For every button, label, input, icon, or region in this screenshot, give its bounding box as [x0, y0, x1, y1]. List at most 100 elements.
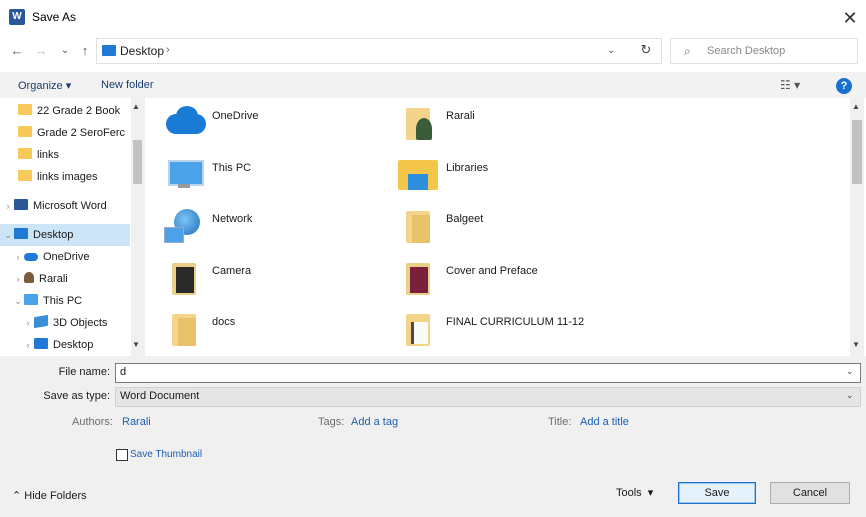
breadcrumb-desktop[interactable]: Desktop: [120, 44, 164, 58]
scroll-down-icon[interactable]: ▼: [132, 340, 140, 349]
title-field[interactable]: Add a title: [580, 416, 629, 428]
search-icon: ⌕: [684, 44, 691, 58]
cloud-icon: [24, 253, 38, 261]
change-view-button[interactable]: ☷ ▾: [780, 78, 800, 92]
sidebar-scrollbar-thumb[interactable]: [133, 140, 142, 184]
caret-down-icon: ▾: [641, 487, 654, 499]
sidebar-item-desktop[interactable]: ⌄ Desktop: [2, 224, 73, 246]
file-item-label: This PC: [212, 162, 252, 174]
sidebar-item-grade-2-seroferc[interactable]: Grade 2 SeroFerc: [18, 122, 125, 144]
search-placeholder: Search Desktop: [707, 45, 786, 57]
tags-field[interactable]: Add a tag: [351, 416, 398, 428]
sidebar-item-rarali[interactable]: › Rarali: [12, 268, 68, 290]
chevron-right-icon[interactable]: ›: [2, 195, 14, 217]
save-button[interactable]: Save: [678, 482, 756, 504]
file-item-cover-and-preface[interactable]: Cover and Preface: [398, 253, 628, 299]
folder-icon: [164, 308, 206, 346]
file-name-label: File name:: [58, 366, 110, 378]
sidebar-item-links[interactable]: links: [18, 144, 59, 166]
scroll-up-icon[interactable]: ▲: [132, 102, 140, 111]
word-icon: W: [9, 9, 25, 25]
sidebar-item-desktop-pc[interactable]: › Desktop: [22, 334, 93, 356]
chevron-right-icon[interactable]: ›: [22, 312, 34, 334]
file-item-this-pc[interactable]: This PC: [164, 150, 394, 196]
sidebar-item-22-grade-2-book[interactable]: 22 Grade 2 Book: [18, 100, 120, 122]
authors-label: Authors:: [72, 416, 113, 428]
file-item-label: Camera: [212, 265, 252, 277]
pc-icon: [24, 294, 38, 305]
folder-icon: [18, 104, 32, 115]
close-button[interactable]: ✕: [838, 6, 862, 30]
help-icon[interactable]: ?: [836, 78, 852, 94]
chevron-down-icon[interactable]: ⌄: [12, 290, 24, 312]
folder-icon: [18, 148, 32, 159]
new-folder-button[interactable]: New folder: [101, 79, 154, 91]
chevron-down-icon[interactable]: ⌄: [846, 390, 854, 401]
sidebar-item-3d-objects[interactable]: › 3D Objects: [22, 312, 107, 334]
chevron-right-icon[interactable]: ›: [22, 334, 34, 356]
chevron-right-icon[interactable]: ›: [12, 268, 24, 290]
window-title: Save As: [32, 10, 77, 24]
cube-icon: [34, 314, 48, 329]
breadcrumb-separator[interactable]: ›: [166, 44, 170, 56]
save-type-select[interactable]: [115, 387, 861, 407]
sidebar-item-onedrive[interactable]: › OneDrive: [12, 246, 90, 268]
folder-icon: [18, 170, 32, 181]
organize-button[interactable]: Organize ▾: [18, 79, 71, 92]
sidebar-item-this-pc[interactable]: ⌄ This PC: [12, 290, 82, 312]
tags-label: Tags:: [318, 416, 345, 428]
folder-icon: [164, 257, 206, 295]
authors-field[interactable]: Rarali: [122, 416, 151, 428]
chevron-up-icon: ⌃: [12, 490, 25, 502]
user-icon: [24, 272, 34, 283]
sidebar-item-links-images[interactable]: links images: [18, 166, 98, 188]
save-type-value[interactable]: Word Document: [120, 390, 199, 402]
desktop-icon: [102, 45, 116, 56]
chevron-down-icon[interactable]: ⌄: [2, 224, 14, 246]
back-arrow-icon[interactable]: ←: [8, 42, 26, 60]
scroll-up-icon[interactable]: ▲: [852, 102, 860, 111]
chevron-right-icon[interactable]: ›: [12, 246, 24, 268]
address-dropdown-icon[interactable]: ⌄: [607, 45, 615, 56]
file-name-value[interactable]: d: [120, 366, 126, 378]
file-item-label: Network: [212, 213, 253, 225]
file-item-label: OneDrive: [212, 110, 259, 122]
folder-icon: [18, 126, 32, 137]
desktop-icon: [34, 338, 48, 349]
file-item-onedrive[interactable]: OneDrive: [164, 98, 394, 144]
file-item-libraries[interactable]: Libraries: [398, 150, 628, 196]
forward-arrow-icon[interactable]: →: [32, 42, 50, 60]
sidebar-scrollbar[interactable]: [131, 98, 145, 356]
file-name-input[interactable]: [115, 363, 861, 383]
sidebar-item-microsoft-word[interactable]: › Microsoft Word: [2, 195, 107, 217]
up-arrow-icon[interactable]: ↑: [76, 42, 94, 60]
recent-locations-icon[interactable]: ⌄: [56, 42, 74, 60]
file-item-network[interactable]: Network: [164, 201, 394, 247]
file-item-final-curriculum[interactable]: FINAL CURRICULUM 11-12: [398, 304, 628, 350]
file-item-label: FINAL CURRICULUM 11-12: [446, 316, 585, 328]
folder-icon: [398, 205, 440, 243]
folder-icon: [398, 308, 440, 346]
refresh-button[interactable]: ↻: [636, 42, 656, 60]
save-thumbnail-label[interactable]: Save Thumbnail: [130, 449, 202, 460]
file-item-label: Libraries: [446, 162, 489, 174]
file-item-label: Rarali: [446, 110, 475, 122]
title-bar: [0, 0, 866, 36]
file-item-rarali[interactable]: Rarali: [398, 98, 628, 144]
cancel-button[interactable]: Cancel: [770, 482, 850, 504]
file-item-camera[interactable]: Camera: [164, 253, 394, 299]
file-item-docs[interactable]: docs: [164, 304, 394, 350]
word-icon: [14, 199, 28, 210]
hide-folders-button[interactable]: ⌃ Hide Folders: [12, 489, 87, 502]
file-item-balgeet[interactable]: Balgeet: [398, 201, 628, 247]
scroll-down-icon[interactable]: ▼: [852, 340, 860, 349]
libraries-icon: [398, 154, 440, 192]
file-list-scrollbar-thumb[interactable]: [852, 120, 862, 184]
desktop-icon: [14, 228, 28, 239]
user-folder-icon: [398, 102, 440, 140]
address-bar[interactable]: [96, 38, 662, 64]
file-item-label: Cover and Preface: [446, 265, 538, 277]
tools-button[interactable]: Tools ▾: [616, 486, 653, 499]
save-thumbnail-checkbox[interactable]: [116, 449, 128, 461]
chevron-down-icon[interactable]: ⌄: [846, 366, 854, 377]
